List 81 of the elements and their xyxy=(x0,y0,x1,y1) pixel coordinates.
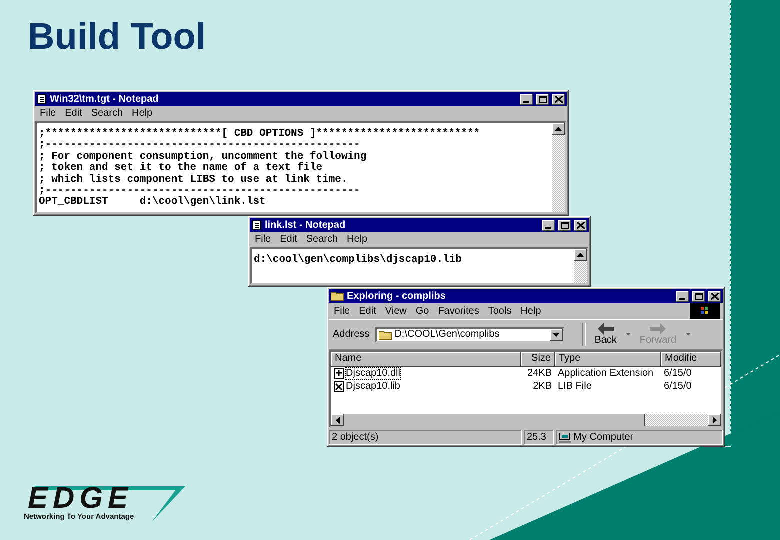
close-icon xyxy=(554,96,562,102)
menu-item[interactable]: File xyxy=(334,306,350,316)
table-cell-text: Application Extension xyxy=(557,367,655,380)
menu-item[interactable]: Edit xyxy=(280,234,298,245)
dropdown-arrow-icon[interactable] xyxy=(552,332,560,336)
text-line: ;-------------------------------------------------- xyxy=(39,186,362,198)
folder-icon xyxy=(331,291,344,301)
maximize-button[interactable] xyxy=(692,290,705,302)
file-name-cell[interactable]: Djscap10.lib xyxy=(331,380,521,393)
maximize-button[interactable] xyxy=(536,94,549,104)
menu-item[interactable]: Edit xyxy=(359,306,376,316)
maximize-button[interactable] xyxy=(558,220,571,230)
menu-item[interactable]: Help xyxy=(520,306,542,316)
menu-item[interactable]: Tools xyxy=(488,306,512,316)
up-arrow-icon xyxy=(577,253,584,257)
notepad-icon xyxy=(252,220,262,230)
window-title: link.lst - Notepad xyxy=(265,220,347,230)
window-title: Win32\tm.tgt - Notepad xyxy=(50,94,160,104)
table-cell-text: 24KB xyxy=(526,367,553,380)
text-line: ; which lists component LIBS to use at link time. xyxy=(39,174,349,186)
right-arrow-icon xyxy=(650,323,666,335)
menu-item[interactable]: Edit xyxy=(65,108,82,119)
column-header[interactable]: Modifie xyxy=(661,352,721,367)
minimize-button[interactable] xyxy=(676,290,689,302)
minimize-button[interactable] xyxy=(542,220,555,230)
caret-icon[interactable] xyxy=(626,333,631,336)
text-line: ;-------------------------------------------------- xyxy=(39,140,360,152)
address-field[interactable]: D:\COOL\Gen\complibs xyxy=(374,326,565,342)
table-cell-text: 6/15/0 xyxy=(663,367,693,380)
menu-item[interactable]: Search xyxy=(306,234,338,245)
menu-item[interactable]: View xyxy=(385,306,407,316)
caret-icon[interactable] xyxy=(686,333,691,336)
menu-item[interactable]: Go xyxy=(416,306,430,316)
computer-icon xyxy=(558,432,571,442)
up-arrow-icon xyxy=(555,127,562,131)
back-button[interactable]: Back xyxy=(590,323,621,346)
text-line: ; For component consumption, uncomment the following xyxy=(39,152,368,163)
text-line: ;****************************[ CBD OPTIONS ]************************** xyxy=(39,129,482,140)
column-header[interactable]: Size xyxy=(521,352,555,367)
file-name-cell[interactable]: Djscap10.dll xyxy=(331,367,521,380)
menu-item[interactable]: File xyxy=(255,234,272,245)
table-cell-text: 6/15/0 xyxy=(663,380,693,393)
folder-icon xyxy=(378,330,392,340)
horizontal-scrollbar[interactable] xyxy=(331,414,721,426)
maximize-icon xyxy=(694,292,702,300)
close-button[interactable] xyxy=(552,94,565,104)
text-area[interactable]: d:\cool\gen\complibs\djscap10.lib xyxy=(250,247,589,285)
table-cell-text: LIB File xyxy=(557,380,593,393)
close-button[interactable] xyxy=(574,220,587,230)
file-icon xyxy=(334,381,344,392)
status-panel: My Computer xyxy=(556,430,723,445)
status-text: 25.3 xyxy=(524,430,554,445)
maximize-icon xyxy=(560,222,568,228)
file-icon xyxy=(334,368,344,379)
menu-item[interactable]: File xyxy=(40,108,56,119)
column-header[interactable]: Type xyxy=(555,352,661,367)
left-arrow-icon xyxy=(598,323,614,335)
menu-item[interactable]: Help xyxy=(132,108,153,119)
close-button[interactable] xyxy=(708,290,721,302)
menu-item[interactable]: Help xyxy=(347,234,368,245)
status-text: 2 object(s) xyxy=(329,430,522,445)
menu-item[interactable]: Search xyxy=(91,108,124,119)
slide-title: Build Tool xyxy=(28,16,206,58)
vertical-scrollbar[interactable] xyxy=(552,123,565,212)
text-line: ; token and set it to the name of a text file xyxy=(39,163,323,174)
table-cell-text: 2KB xyxy=(532,380,553,393)
close-icon xyxy=(710,292,718,300)
text-line: OPT_CBDLIST d:\cool\gen\link.lst xyxy=(39,197,267,209)
address-label: Address xyxy=(333,329,370,340)
text-line: d:\cool\gen\complibs\djscap10.lib xyxy=(254,255,463,266)
notepad-icon xyxy=(37,94,47,104)
left-arrow-icon[interactable] xyxy=(336,416,340,424)
minimize-button[interactable] xyxy=(520,94,533,104)
window-title: Exploring - complibs xyxy=(347,290,447,302)
close-icon xyxy=(576,222,584,228)
vertical-scrollbar[interactable] xyxy=(574,249,587,283)
right-arrow-icon[interactable] xyxy=(712,416,716,424)
text-area[interactable] xyxy=(35,121,567,214)
maximize-icon xyxy=(538,96,546,102)
column-header[interactable]: Name xyxy=(331,352,521,367)
menu-item[interactable]: Favorites xyxy=(438,306,480,316)
